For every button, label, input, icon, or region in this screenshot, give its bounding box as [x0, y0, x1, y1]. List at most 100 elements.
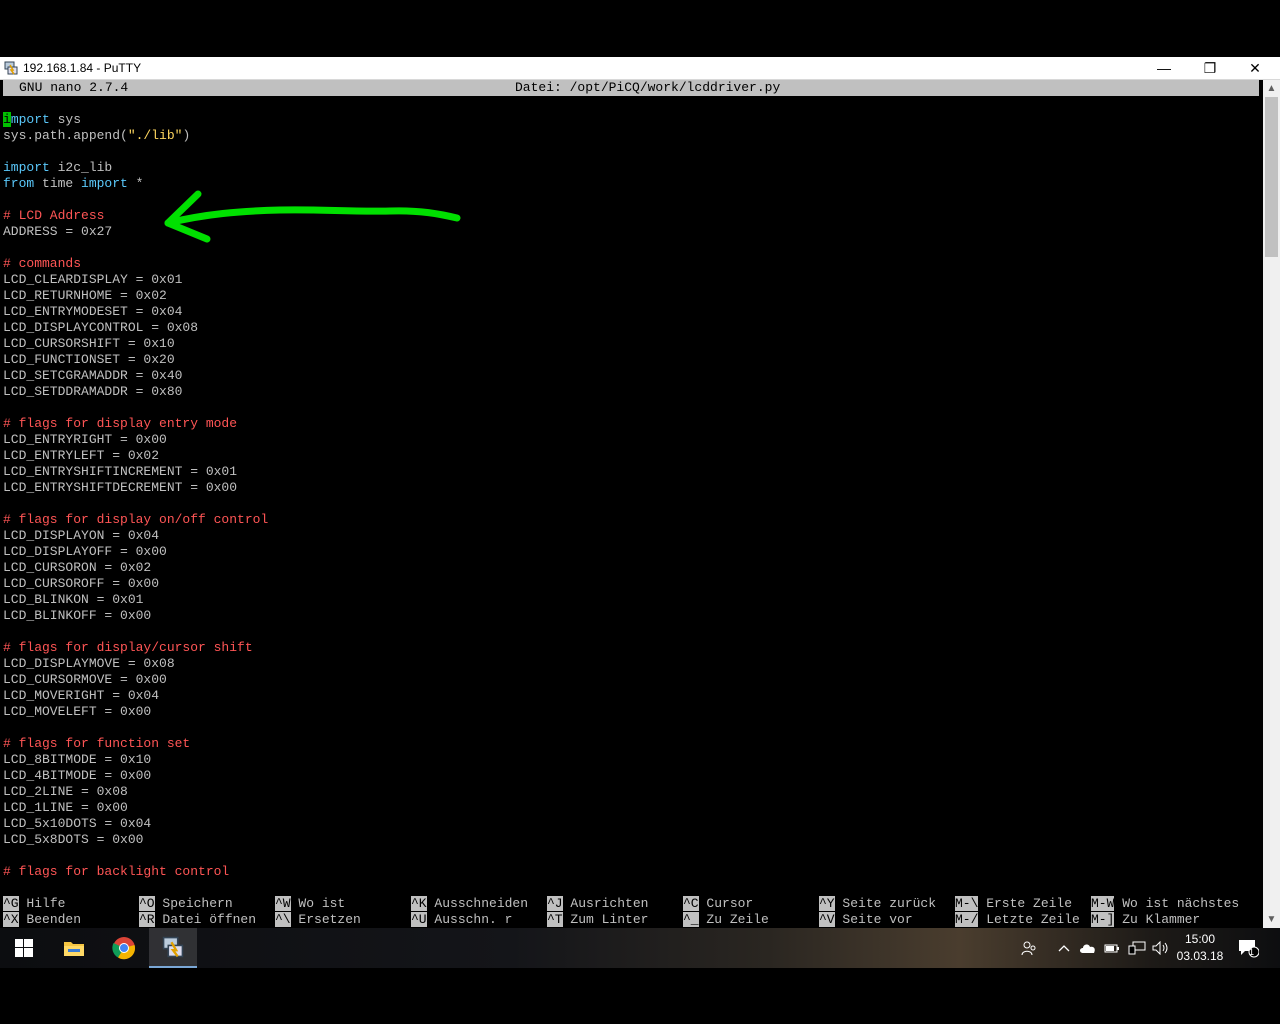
- code-line: LCD_5x10DOTS = 0x04: [3, 816, 268, 832]
- shortcut-item: ^V Seite vor: [819, 912, 913, 928]
- taskbar-clock[interactable]: 15:00 03.03.18: [1172, 931, 1228, 965]
- shortcut-item: ^R Datei öffnen: [139, 912, 256, 928]
- vertical-scrollbar[interactable]: ▲ ▼: [1263, 80, 1280, 928]
- code-line: from time import *: [3, 176, 268, 192]
- code-token: LCD_ENTRYSHIFTINCREMENT = 0x01: [3, 464, 238, 479]
- shortcut-label: Zu Klammer: [1114, 912, 1201, 927]
- code-token: LCD_SETCGRAMADDR = 0x40: [3, 368, 183, 383]
- code-line: LCD_ENTRYLEFT = 0x02: [3, 448, 268, 464]
- code-line: LCD_DISPLAYON = 0x04: [3, 528, 268, 544]
- shortcut-item: ^U Ausschn. r: [411, 912, 512, 928]
- folder-icon: [64, 942, 84, 956]
- code-token: LCD_2LINE = 0x08: [3, 784, 128, 799]
- minimize-button[interactable]: —: [1141, 57, 1187, 79]
- code-token: *: [127, 176, 144, 191]
- code-line: LCD_1LINE = 0x00: [3, 800, 268, 816]
- code-token: LCD_DISPLAYOFF = 0x00: [3, 544, 167, 559]
- code-token: LCD_CURSOROFF = 0x00: [3, 576, 160, 591]
- code-line: LCD_CURSORSHIFT = 0x10: [3, 336, 268, 352]
- shortcut-item: ^J Ausrichten: [547, 896, 648, 912]
- window-titlebar[interactable]: 192.168.1.84 - PuTTY — ❐ ✕: [0, 57, 1280, 80]
- scroll-down-icon[interactable]: ▼: [1263, 911, 1280, 928]
- code-line: LCD_ENTRYRIGHT = 0x00: [3, 432, 268, 448]
- shortcut-key: ^W: [275, 896, 291, 911]
- shortcut-key: ^U: [411, 912, 427, 927]
- code-line: sys.path.append("./lib"): [3, 128, 268, 144]
- window-title: 192.168.1.84 - PuTTY: [23, 61, 142, 75]
- code-token: LCD_5x8DOTS = 0x00: [3, 832, 144, 847]
- shortcut-item: ^T Zum Linter: [547, 912, 648, 928]
- close-button[interactable]: ✕: [1232, 57, 1278, 79]
- show-hidden-icons-chevron-icon[interactable]: [1054, 928, 1074, 968]
- shortcut-label: Ausrichten: [562, 896, 649, 911]
- terminal-area[interactable]: GNU nano 2.7.4 Datei: /opt/PiCQ/work/lcd…: [0, 80, 1263, 928]
- scrollbar-thumb[interactable]: [1265, 97, 1278, 257]
- code-token: LCD_ENTRYSHIFTDECREMENT = 0x00: [3, 480, 238, 495]
- network-icon[interactable]: [1126, 928, 1148, 968]
- code-line: LCD_RETURNHOME = 0x02: [3, 288, 268, 304]
- shortcut-label: Seite vor: [834, 912, 913, 927]
- code-token: # LCD Address: [3, 208, 105, 223]
- shortcut-label: Wo ist nächstes: [1114, 896, 1240, 911]
- code-line: LCD_DISPLAYOFF = 0x00: [3, 544, 268, 560]
- code-editor[interactable]: import sys sys.path.append("./lib") import…: [3, 112, 268, 880]
- shortcut-item: ^G Hilfe: [3, 896, 65, 912]
- taskbar-file-explorer[interactable]: [50, 928, 98, 968]
- shortcut-key: M-/: [955, 912, 979, 927]
- code-line: LCD_BLINKON = 0x01: [3, 592, 268, 608]
- taskbar-chrome[interactable]: [100, 928, 148, 968]
- code-token: LCD_FUNCTIONSET = 0x20: [3, 352, 175, 367]
- shortcut-key: ^G: [3, 896, 19, 911]
- putty-app-icon[interactable]: [4, 61, 18, 75]
- code-line: ADDRESS = 0x27: [3, 224, 268, 240]
- code-token: LCD_BLINKOFF = 0x00: [3, 608, 152, 623]
- action-center-icon[interactable]: 1: [1234, 928, 1262, 968]
- code-token: LCD_ENTRYLEFT = 0x02: [3, 448, 160, 463]
- shortcut-label: Ersetzen: [290, 912, 361, 927]
- code-line: LCD_DISPLAYCONTROL = 0x08: [3, 320, 268, 336]
- nano-header-bar: GNU nano 2.7.4 Datei: /opt/PiCQ/work/lcd…: [3, 80, 1259, 96]
- code-line: # flags for display entry mode: [3, 416, 268, 432]
- shortcut-label: Letzte Zeile: [978, 912, 1080, 927]
- code-token: # flags for display on/off control: [3, 512, 269, 527]
- shortcut-key: M-\: [955, 896, 979, 911]
- shortcut-item: ^Y Seite zurück: [819, 896, 936, 912]
- code-token: import: [3, 160, 50, 175]
- scroll-up-icon[interactable]: ▲: [1263, 80, 1280, 97]
- code-token: # commands: [3, 256, 82, 271]
- code-token: i2c_lib: [49, 160, 113, 175]
- onedrive-cloud-icon[interactable]: [1077, 928, 1099, 968]
- shortcut-label: Beenden: [18, 912, 82, 927]
- code-line: LCD_BLINKOFF = 0x00: [3, 608, 268, 624]
- shortcut-key: ^\: [275, 912, 291, 927]
- maximize-button[interactable]: ❐: [1187, 57, 1233, 79]
- volume-icon[interactable]: [1150, 928, 1172, 968]
- shortcut-label: Zum Linter: [562, 912, 649, 927]
- people-icon[interactable]: [1017, 928, 1041, 968]
- battery-icon[interactable]: [1102, 928, 1122, 968]
- code-line: LCD_2LINE = 0x08: [3, 784, 268, 800]
- code-line: LCD_ENTRYMODESET = 0x04: [3, 304, 268, 320]
- code-token: ADDRESS = 0x27: [3, 224, 113, 239]
- code-token: LCD_8BITMODE = 0x10: [3, 752, 152, 767]
- code-line: LCD_SETCGRAMADDR = 0x40: [3, 368, 268, 384]
- windows-logo-icon: [15, 939, 33, 957]
- shortcut-label: Wo ist: [290, 896, 346, 911]
- shortcut-key: M-]: [1091, 912, 1115, 927]
- code-line: import i2c_lib: [3, 160, 268, 176]
- text-cursor: i: [3, 112, 11, 127]
- shortcut-item: ^W Wo ist: [275, 896, 345, 912]
- shortcut-label: Datei öffnen: [154, 912, 257, 927]
- code-token: mport: [10, 112, 50, 127]
- shortcut-key: ^O: [139, 896, 155, 911]
- code-token: LCD_5x10DOTS = 0x04: [3, 816, 152, 831]
- shortcut-key: M-W: [1091, 896, 1115, 911]
- shortcut-item: M-] Zu Klammer: [1091, 912, 1200, 928]
- start-button[interactable]: [0, 928, 48, 968]
- code-token: "./lib": [127, 128, 183, 143]
- code-token: LCD_CURSORSHIFT = 0x10: [3, 336, 175, 351]
- taskbar-putty[interactable]: [149, 928, 197, 968]
